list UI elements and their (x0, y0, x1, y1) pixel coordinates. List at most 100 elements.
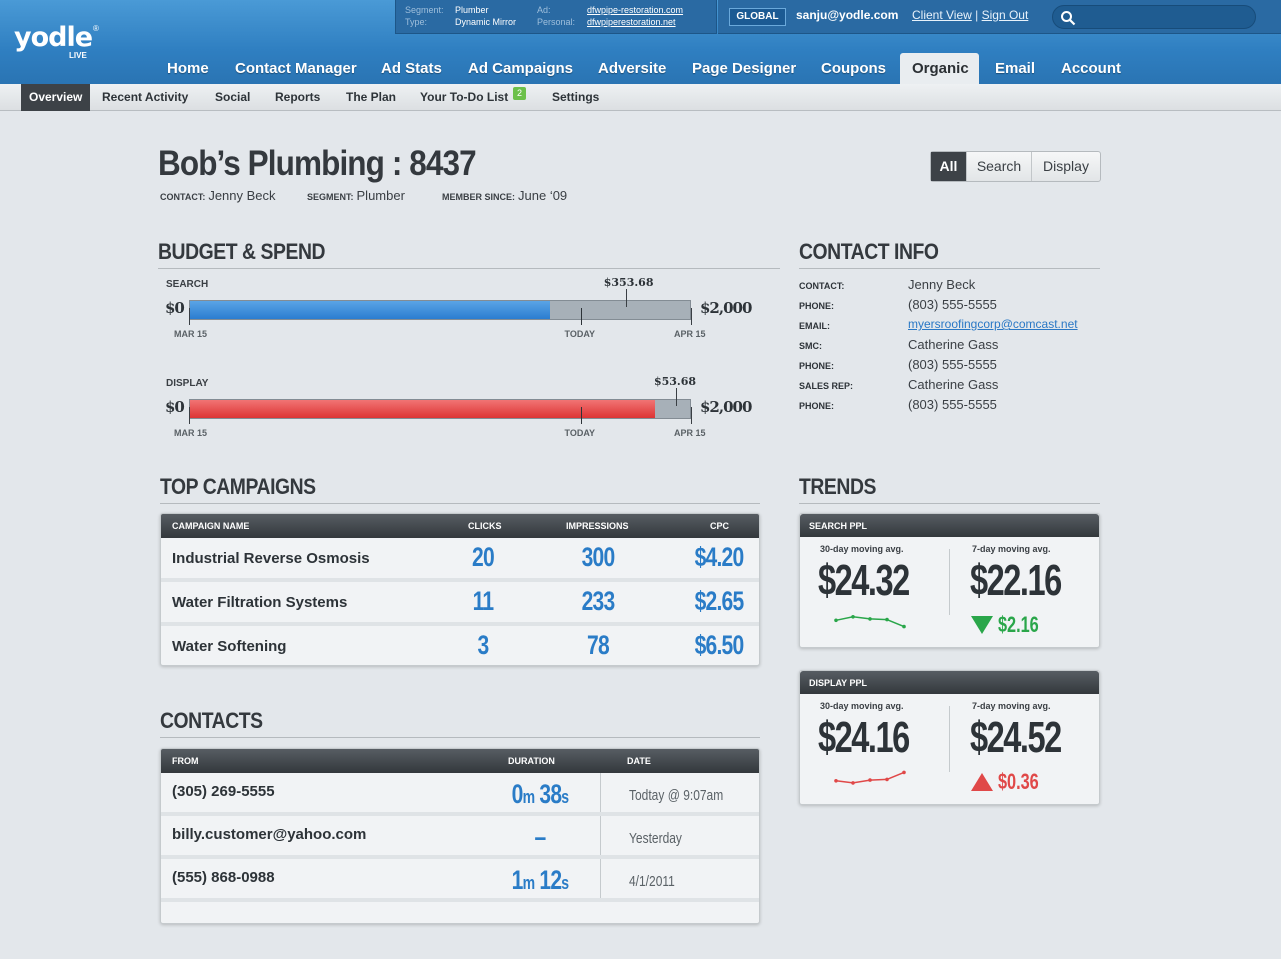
contact-from[interactable]: (305) 269-5555 (172, 783, 275, 800)
contact-info-key: SALES REP: (799, 381, 854, 391)
col-impressions[interactable]: IMPRESSIONS (566, 521, 629, 531)
sparkline-point (851, 781, 855, 785)
contacts-heading: CONTACTS (160, 708, 263, 733)
todo-count-badge: 2 (513, 87, 526, 100)
col-clicks[interactable]: CLICKS (468, 521, 502, 531)
logo-wordmark: yodle (14, 22, 93, 53)
type-value: Dynamic Mirror (455, 17, 517, 27)
sparkline-point (902, 770, 906, 775)
avg30-value: $24.32 (818, 556, 910, 605)
contact-info-key: CONTACT: (799, 281, 845, 291)
yodle-logo[interactable]: yodle ® LIVE (14, 22, 99, 60)
meta-contact: CONTACT: Jenny Beck (160, 188, 276, 203)
sparkline-point (868, 617, 872, 621)
search-input[interactable] (1052, 5, 1256, 29)
nav-page-designer[interactable]: Page Designer (680, 53, 808, 84)
table-row[interactable]: Water Softening 3 78 $6.50 (161, 626, 759, 665)
display-budget-bar (189, 399, 691, 419)
sparkline-point (902, 624, 906, 629)
contact-info-key: SMC: (799, 341, 822, 351)
trend-card-header: DISPLAY PPL (800, 671, 1099, 694)
table-row[interactable]: (555) 868-0988 1m 12s 4/1/2011 (161, 859, 759, 902)
segment-value: Plumber (455, 5, 489, 15)
subnav-todo-list[interactable]: Your To-Do List (412, 84, 516, 111)
subnav-social[interactable]: Social (207, 84, 258, 111)
subnav-overview[interactable]: Overview (21, 84, 91, 111)
sign-out-link[interactable]: Sign Out (982, 8, 1029, 22)
subnav-recent-activity[interactable]: Recent Activity (94, 84, 196, 111)
campaign-clicks: 3 (477, 630, 490, 660)
contact-from[interactable]: billy.customer@yahoo.com (172, 826, 366, 843)
nav-organic[interactable]: Organic (900, 53, 979, 84)
search-budget-max: $2,000 (700, 299, 752, 317)
display-end-tick (691, 407, 692, 424)
search-budget-bar (189, 300, 691, 320)
contact-date: Yesterday (629, 830, 682, 847)
contact-info-value: (803) 555-5555 (908, 357, 997, 372)
sparkline-point (834, 779, 838, 783)
table-row[interactable]: Water Filtration Systems 11 233 $2.65 (161, 582, 759, 626)
col-campaign-name[interactable]: CAMPAIGN NAME (172, 521, 249, 531)
nav-ad-stats[interactable]: Ad Stats (369, 53, 454, 84)
nav-email[interactable]: Email (983, 53, 1047, 84)
segment-label: Segment: (405, 5, 444, 15)
col-duration[interactable]: DURATION (508, 756, 555, 766)
search-spend-marker (625, 289, 627, 307)
col-date[interactable]: DATE (627, 756, 651, 766)
contact-date: Todtay @ 9:07am (629, 787, 724, 804)
search-axis-end: APR 15 (674, 329, 706, 339)
avg7-value: $24.52 (970, 713, 1062, 762)
col-cpc[interactable]: CPC (710, 521, 729, 531)
sparkline (834, 615, 906, 629)
avg30-value: $24.16 (818, 713, 910, 762)
subnav-settings[interactable]: Settings (544, 84, 607, 111)
trends-heading: TRENDS (799, 474, 876, 499)
campaign-cpc: $6.50 (694, 630, 745, 660)
table-row[interactable]: billy.customer@yahoo.com – Yesterday (161, 816, 759, 859)
duration-seconds-unit: s (561, 873, 569, 893)
personal-link[interactable]: dfwpiperestoration.net (587, 17, 676, 27)
filter-display[interactable]: Display (1032, 152, 1100, 181)
global-button[interactable]: GLOBAL (729, 8, 786, 26)
ad-link[interactable]: dfwpipe-restoration.com (587, 5, 683, 15)
table-row[interactable]: (305) 269-5555 0m 38s Todtay @ 9:07am (161, 773, 759, 816)
contact-info-key: PHONE: (799, 301, 835, 311)
sub-nav: Overview Recent Activity Social Reports … (0, 84, 1281, 111)
table-row[interactable]: Industrial Reverse Osmosis 20 300 $4.20 (161, 538, 759, 582)
subnav-the-plan[interactable]: The Plan (338, 84, 404, 111)
campaign-name[interactable]: Industrial Reverse Osmosis (172, 550, 370, 567)
user-bar: GLOBAL sanju@yodle.com Client View | Sig… (718, 0, 1281, 34)
filter-all[interactable]: All (931, 152, 967, 181)
email-link[interactable]: myersroofingcorp@comcast.net (908, 317, 1078, 331)
page-title: Bob’s Plumbing : 8437 (158, 144, 477, 183)
contact-from[interactable]: (555) 868-0988 (172, 869, 275, 886)
nav-ad-campaigns[interactable]: Ad Campaigns (456, 53, 585, 84)
client-view-link[interactable]: Client View (912, 8, 972, 22)
col-from[interactable]: FROM (172, 756, 199, 766)
type-label: Type: (405, 17, 428, 27)
sparkline-point (885, 777, 889, 782)
nav-account[interactable]: Account (1049, 53, 1133, 84)
avg7-label: 7-day moving avg. (972, 701, 1051, 711)
nav-coupons[interactable]: Coupons (809, 53, 898, 84)
subnav-reports[interactable]: Reports (267, 84, 328, 111)
nav-home[interactable]: Home (155, 53, 221, 84)
display-start-tick (189, 407, 190, 424)
campaign-name[interactable]: Water Filtration Systems (172, 594, 347, 611)
campaign-impressions: 300 (581, 542, 616, 572)
campaign-cpc: $2.65 (694, 586, 745, 616)
duration-minutes-unit: m (522, 787, 535, 807)
delta-value: $2.16 (998, 612, 1039, 637)
contact-duration: 0m 38s (494, 779, 586, 810)
filter-search[interactable]: Search (967, 152, 1032, 181)
top-header: yodle ® LIVE Segment: Plumber Type: Dynami… (0, 0, 1281, 84)
campaign-name[interactable]: Water Softening (172, 638, 286, 655)
main-nav: Home Contact Manager Ad Stats Ad Campaig… (0, 53, 1281, 84)
meta-member-since: MEMBER SINCE: June ‘09 (442, 188, 568, 203)
campaign-clicks: 11 (472, 586, 494, 616)
duration-minutes-unit: m (522, 873, 535, 893)
ad-label: Ad: (537, 5, 551, 15)
nav-adversite[interactable]: Adversite (586, 53, 678, 84)
nav-contact-manager[interactable]: Contact Manager (223, 53, 369, 84)
avg7-value: $22.16 (970, 556, 1062, 605)
